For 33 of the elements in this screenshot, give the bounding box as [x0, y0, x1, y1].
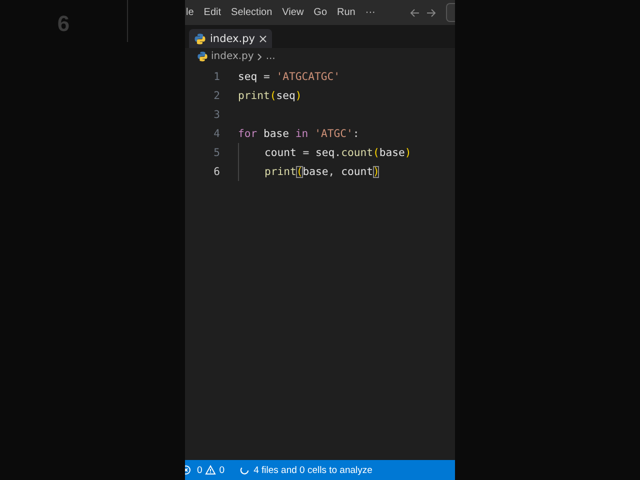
error-count[interactable]: 0 [197, 464, 202, 476]
code-line: seq = 'ATGCATGC' [238, 70, 340, 84]
line-number: 4 [212, 128, 221, 140]
close-icon[interactable] [258, 34, 267, 42]
menu-item[interactable]: Selection [226, 7, 278, 18]
status-message[interactable]: 4 files and 0 cells to analyze [254, 464, 372, 476]
menu-item[interactable]: View [277, 7, 309, 18]
code-line: count = seq.count(base) [238, 143, 412, 162]
breadcrumb-file[interactable]: index.py [211, 51, 254, 62]
python-icon [197, 51, 208, 62]
menu-item[interactable]: Go [308, 7, 332, 18]
chevron-icon [256, 52, 263, 60]
code-line: print(seq) [238, 88, 302, 104]
line-number: 2 [212, 90, 221, 102]
menu-item[interactable]: Run [332, 7, 360, 18]
spinner-icon [240, 466, 249, 474]
menu-item[interactable]: ··· [360, 7, 380, 18]
editor-tab[interactable]: index.py [189, 29, 272, 48]
code-line: print(base, count) [238, 162, 380, 181]
back-arrow-icon[interactable] [410, 8, 420, 18]
menu-item[interactable]: le [185, 7, 199, 18]
line-number: 6 [212, 166, 221, 178]
python-icon [194, 32, 206, 44]
line-number: 5 [212, 146, 221, 158]
warning-count[interactable]: 0 [219, 464, 225, 476]
menu-item[interactable]: Edit [198, 7, 226, 18]
forward-arrow-icon[interactable] [426, 8, 436, 18]
line-number: 3 [212, 108, 221, 120]
warning-icon[interactable] [205, 465, 216, 475]
code-line: for base in 'ATGC': [238, 126, 360, 142]
breadcrumb-item[interactable]: ... [266, 51, 276, 62]
search-field[interactable] [446, 3, 455, 22]
line-number: 1 [212, 70, 221, 82]
